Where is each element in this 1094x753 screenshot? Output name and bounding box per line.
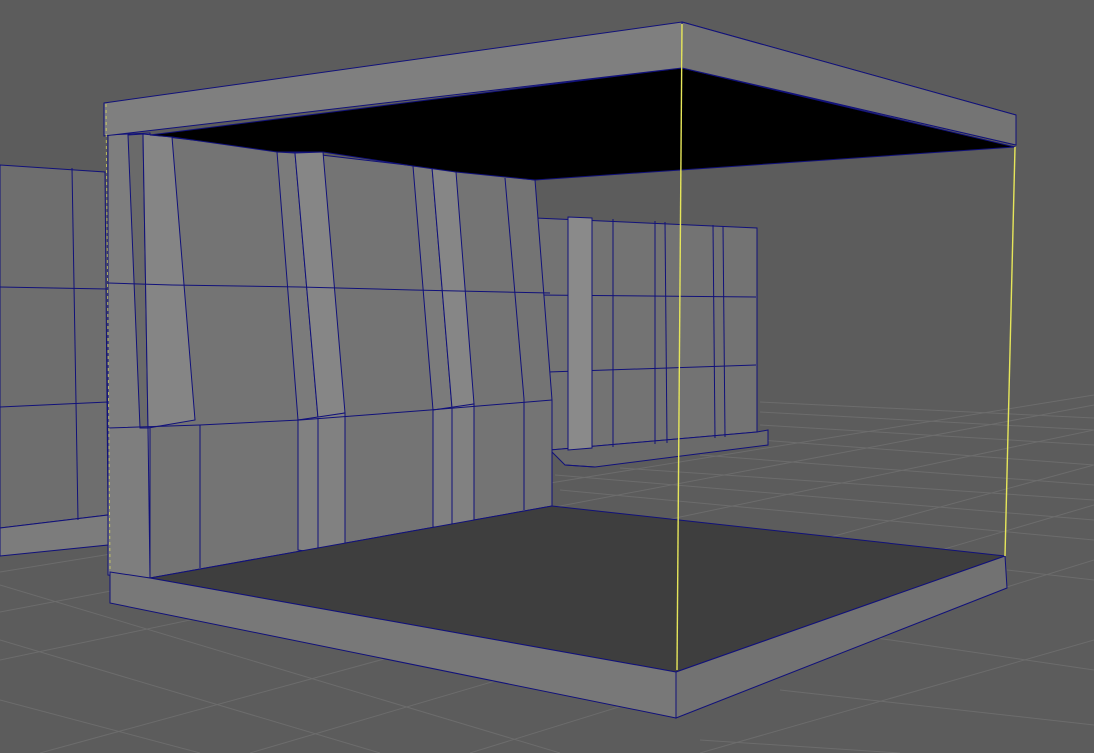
- grid-line: [699, 454, 1094, 486]
- grid-line: [699, 739, 901, 753]
- grid-line: [759, 439, 1094, 466]
- grid-line: [1006, 569, 1094, 581]
- grid-line: [759, 401, 1094, 419]
- left-wall-block[interactable]: [0, 164, 109, 557]
- grid-line: [0, 639, 381, 753]
- maya-3d-viewport[interactable]: [0, 0, 1094, 753]
- grid-line: [759, 424, 1094, 446]
- scene-canvas[interactable]: [0, 0, 1094, 753]
- grid-line: [779, 689, 1094, 726]
- grid-line: [869, 636, 1094, 671]
- grid-line: [0, 699, 201, 753]
- room-back-wall[interactable]: [107, 132, 553, 579]
- background-wall-block[interactable]: [534, 216, 769, 468]
